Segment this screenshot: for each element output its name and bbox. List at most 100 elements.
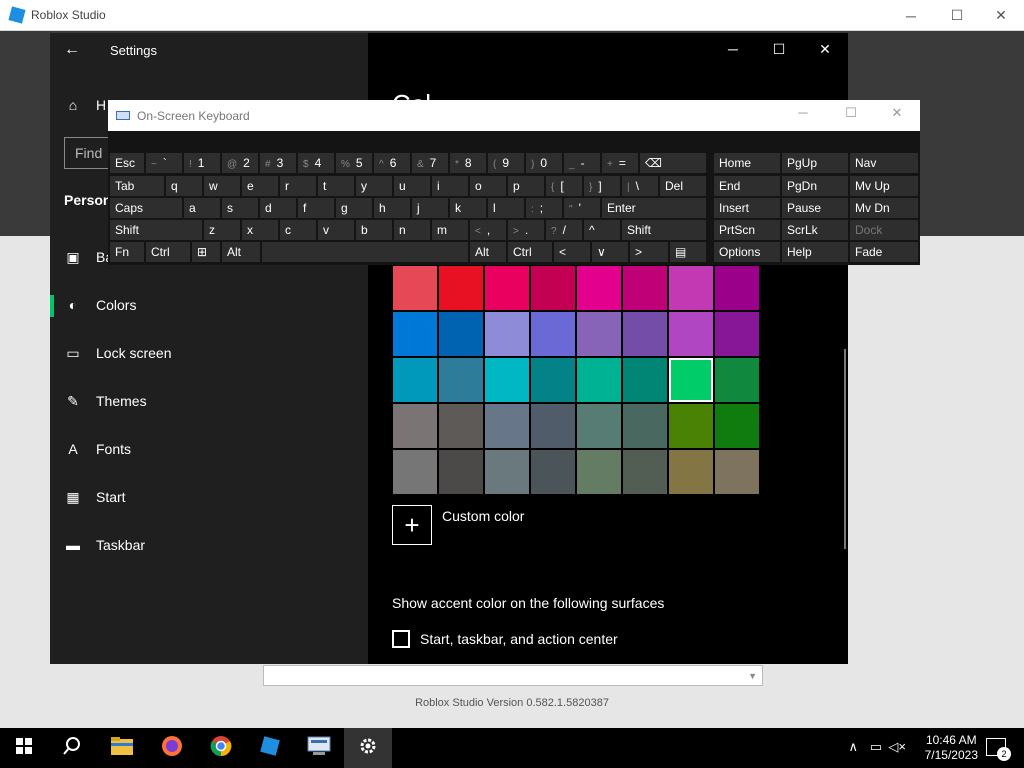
- osk-key[interactable]: m: [432, 220, 468, 240]
- osk-key[interactable]: Alt: [222, 242, 260, 262]
- taskbar-search-button[interactable]: [48, 728, 96, 768]
- taskbar-settings-button[interactable]: [344, 728, 392, 768]
- custom-color-button[interactable]: + Custom color: [392, 505, 524, 545]
- osk-key[interactable]: <: [554, 242, 590, 262]
- scrollbar[interactable]: [844, 349, 846, 549]
- osk-key[interactable]: y: [356, 176, 392, 196]
- osk-key[interactable]: :;: [526, 198, 562, 218]
- osk-key[interactable]: ? /: [546, 220, 582, 240]
- color-swatch[interactable]: [715, 266, 759, 310]
- network-icon[interactable]: ▭: [870, 739, 882, 755]
- taskbar-control-panel-button[interactable]: [295, 728, 343, 768]
- osk-key[interactable]: ~ `: [146, 153, 182, 173]
- osk-key[interactable]: Fn: [110, 242, 144, 262]
- osk-key[interactable]: d: [260, 198, 296, 218]
- color-swatch[interactable]: [485, 358, 529, 402]
- osk-key[interactable]: " ': [564, 198, 600, 218]
- sidebar-item-fonts[interactable]: A Fonts: [50, 429, 368, 469]
- roblox-minimize-button[interactable]: ─: [888, 0, 934, 31]
- sidebar-item-themes[interactable]: ✎ Themes: [50, 381, 368, 421]
- osk-key[interactable]: {[: [546, 176, 582, 196]
- roblox-maximize-button[interactable]: ☐: [934, 0, 980, 31]
- color-swatch[interactable]: [439, 450, 483, 494]
- chevron-up-icon[interactable]: ∧: [848, 739, 858, 755]
- osk-maximize-button[interactable]: ☐: [828, 105, 874, 125]
- osk-key[interactable]: Ctrl: [146, 242, 190, 262]
- osk-key[interactable]: b: [356, 220, 392, 240]
- color-swatch[interactable]: [393, 358, 437, 402]
- osk-key[interactable]: Shift: [110, 220, 202, 240]
- checkbox-box[interactable]: [392, 630, 410, 648]
- color-swatch[interactable]: [669, 404, 713, 448]
- color-swatch[interactable]: [439, 404, 483, 448]
- color-swatch[interactable]: [715, 404, 759, 448]
- color-swatch[interactable]: [623, 358, 667, 402]
- color-swatch[interactable]: [531, 358, 575, 402]
- osk-key[interactable]: + =: [602, 153, 638, 173]
- osk-key[interactable]: ) 0: [526, 153, 562, 173]
- color-swatch[interactable]: [393, 450, 437, 494]
- osk-key-home[interactable]: Home: [714, 153, 780, 173]
- osk-key[interactable]: r: [280, 176, 316, 196]
- osk-key[interactable]: u: [394, 176, 430, 196]
- color-swatch[interactable]: [577, 450, 621, 494]
- color-swatch[interactable]: [577, 266, 621, 310]
- color-swatch[interactable]: [623, 312, 667, 356]
- osk-key[interactable]: }]: [584, 176, 620, 196]
- sidebar-item-lock-screen[interactable]: ▭ Lock screen: [50, 333, 368, 373]
- osk-key-prtscn[interactable]: PrtScn: [714, 220, 780, 240]
- osk-key[interactable]: $4: [298, 153, 334, 173]
- taskbar-start-button[interactable]: [0, 728, 48, 768]
- osk-key-fade[interactable]: Fade: [850, 242, 918, 262]
- color-swatch[interactable]: [715, 358, 759, 402]
- osk-key[interactable]: ⌫: [640, 153, 706, 173]
- settings-maximize-button[interactable]: ☐: [756, 37, 802, 61]
- osk-key[interactable]: h: [374, 198, 410, 218]
- osk-key[interactable]: & 7: [412, 153, 448, 173]
- osk-key[interactable]: ⊞: [192, 242, 220, 262]
- color-swatch[interactable]: [669, 266, 713, 310]
- osk-key[interactable]: <,: [470, 220, 506, 240]
- osk-key[interactable]: | \: [622, 176, 658, 196]
- color-swatch[interactable]: [715, 450, 759, 494]
- taskbar-firefox-button[interactable]: [148, 728, 196, 768]
- back-arrow-icon[interactable]: ←: [64, 41, 80, 59]
- osk-key[interactable]: j: [412, 198, 448, 218]
- notification-icon[interactable]: 2: [986, 738, 1011, 761]
- color-swatch[interactable]: [531, 266, 575, 310]
- color-swatch[interactable]: [393, 404, 437, 448]
- color-swatch[interactable]: [439, 312, 483, 356]
- osk-key[interactable]: i: [432, 176, 468, 196]
- color-swatch[interactable]: [623, 404, 667, 448]
- osk-key[interactable]: * 8: [450, 153, 486, 173]
- osk-close-button[interactable]: ✕: [874, 105, 920, 125]
- osk-key[interactable]: Ctrl: [508, 242, 552, 262]
- osk-key[interactable]: ^ 6: [374, 153, 410, 173]
- osk-key[interactable]: v: [318, 220, 354, 240]
- osk-key[interactable]: ▤: [670, 242, 706, 262]
- settings-minimize-button[interactable]: ─: [710, 37, 756, 61]
- osk-key-pgdn[interactable]: PgDn: [782, 176, 848, 196]
- osk-key[interactable]: k: [450, 198, 486, 218]
- roblox-close-button[interactable]: ✕: [978, 0, 1024, 31]
- osk-key[interactable]: >.: [508, 220, 544, 240]
- color-swatch[interactable]: [623, 266, 667, 310]
- color-swatch[interactable]: [485, 266, 529, 310]
- color-swatch[interactable]: [393, 266, 437, 310]
- osk-key[interactable]: x: [242, 220, 278, 240]
- osk-key[interactable]: Caps: [110, 198, 182, 218]
- color-swatch[interactable]: [623, 450, 667, 494]
- osk-key[interactable]: l: [488, 198, 524, 218]
- osk-key[interactable]: c: [280, 220, 316, 240]
- taskbar-file-explorer-button[interactable]: [98, 728, 146, 768]
- osk-key-pause[interactable]: Pause: [782, 198, 848, 218]
- color-swatch[interactable]: [439, 358, 483, 402]
- color-swatch[interactable]: [669, 312, 713, 356]
- color-swatch[interactable]: [669, 358, 713, 402]
- osk-minimize-button[interactable]: ─: [780, 105, 826, 125]
- color-swatch[interactable]: [577, 312, 621, 356]
- color-swatch[interactable]: [577, 358, 621, 402]
- color-swatch[interactable]: [531, 450, 575, 494]
- osk-key[interactable]: [262, 242, 468, 262]
- volume-muted-icon[interactable]: ◁×: [888, 739, 906, 755]
